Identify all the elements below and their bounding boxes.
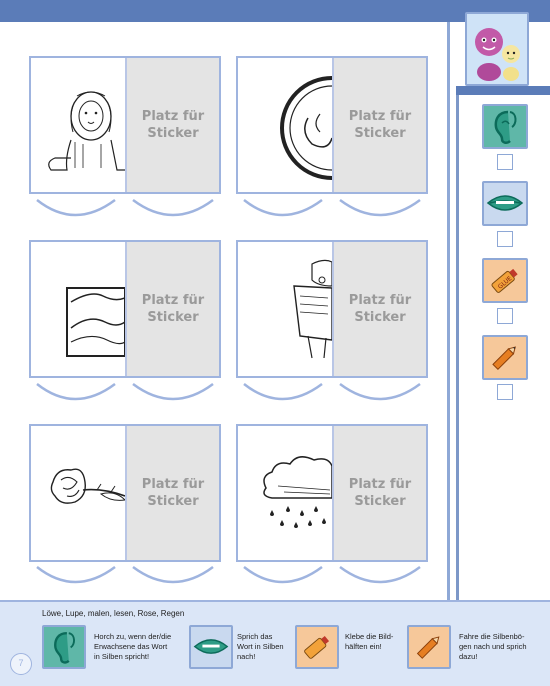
sidebar-rule xyxy=(456,95,459,600)
checkbox-pencil[interactable] xyxy=(497,384,513,400)
sidebar-ear-icon xyxy=(482,104,528,149)
syllable-arcs[interactable] xyxy=(236,380,428,404)
pencil-icon xyxy=(492,346,516,371)
sticker-label: Platz für Sticker xyxy=(141,477,205,509)
sidebar-pencil-icon xyxy=(482,335,528,380)
page-divider xyxy=(447,22,450,600)
rain-cloud-icon xyxy=(263,456,333,528)
footer-mouth-icon xyxy=(189,625,233,669)
magnifier-icon xyxy=(280,76,384,180)
card-rose: Platz für Sticker xyxy=(29,424,221,562)
mouth-icon xyxy=(193,639,229,654)
syllable-arcs[interactable] xyxy=(29,563,221,587)
card-picture xyxy=(31,242,126,376)
pencil-icon xyxy=(416,636,440,659)
checkbox-glue[interactable] xyxy=(497,308,513,324)
rose-icon xyxy=(50,468,127,504)
syllable-arcs[interactable] xyxy=(236,563,428,587)
sticker-slot: Platz für Sticker xyxy=(332,426,426,560)
sticker-label: Platz für Sticker xyxy=(141,293,205,325)
painting-icon xyxy=(66,287,126,357)
syllable-arcs[interactable] xyxy=(29,380,221,404)
ear-icon xyxy=(494,110,517,144)
sticker-slot: Platz für Sticker xyxy=(332,58,426,192)
card-rain: Platz für Sticker xyxy=(236,424,428,562)
instruction-speak: Sprich das Wort in Silben nach! xyxy=(237,632,284,661)
checkbox-ear[interactable] xyxy=(497,154,513,170)
sticker-label: Platz für Sticker xyxy=(348,477,412,509)
sticker-slot: Platz für Sticker xyxy=(125,58,219,192)
card-reading: Platz für Sticker xyxy=(236,240,428,378)
sticker-label: Platz für Sticker xyxy=(141,109,205,141)
glue-tube-icon xyxy=(304,635,330,659)
instruction-trace: Fahre die Silbenbö- gen nach und sprich … xyxy=(459,632,527,661)
card-magnifier: Platz für Sticker xyxy=(236,56,428,194)
sidebar-glue-icon: GLUE xyxy=(482,258,528,303)
instruction-listen: Horch zu, wenn der/die Erwachsene das Wo… xyxy=(94,632,172,661)
footer-ear-icon xyxy=(42,625,86,669)
sticker-label: Platz für Sticker xyxy=(348,293,412,325)
card-picture xyxy=(238,426,333,560)
mascot-figures-icon xyxy=(465,12,529,86)
glue-tube-icon: GLUE xyxy=(491,268,518,293)
word-list: Löwe, Lupe, malen, lesen, Rose, Regen xyxy=(42,609,185,618)
sidebar-band xyxy=(456,86,550,95)
sticker-slot: Platz für Sticker xyxy=(125,242,219,376)
mouth-icon xyxy=(486,195,524,211)
sticker-slot: Platz für Sticker xyxy=(332,242,426,376)
reading-child-icon xyxy=(293,259,333,359)
card-lion: Platz für Sticker xyxy=(29,56,221,194)
syllable-arcs[interactable] xyxy=(236,196,428,220)
instruction-glue: Klebe die Bild- hälften ein! xyxy=(345,632,394,651)
syllable-arcs[interactable] xyxy=(29,196,221,220)
lion-icon xyxy=(48,91,125,171)
card-picture xyxy=(238,58,384,192)
sticker-slot: Platz für Sticker xyxy=(125,426,219,560)
card-picture xyxy=(31,426,127,560)
ear-icon xyxy=(54,632,75,664)
page-number: 7 xyxy=(10,653,32,675)
sticker-label: Platz für Sticker xyxy=(348,109,412,141)
card-picture xyxy=(31,58,125,192)
card-picture xyxy=(238,242,333,376)
card-painting: Platz für Sticker xyxy=(29,240,221,378)
footer-pencil-icon xyxy=(407,625,451,669)
footer-glue-icon xyxy=(295,625,339,669)
sidebar-mouth-icon xyxy=(482,181,528,226)
checkbox-mouth[interactable] xyxy=(497,231,513,247)
